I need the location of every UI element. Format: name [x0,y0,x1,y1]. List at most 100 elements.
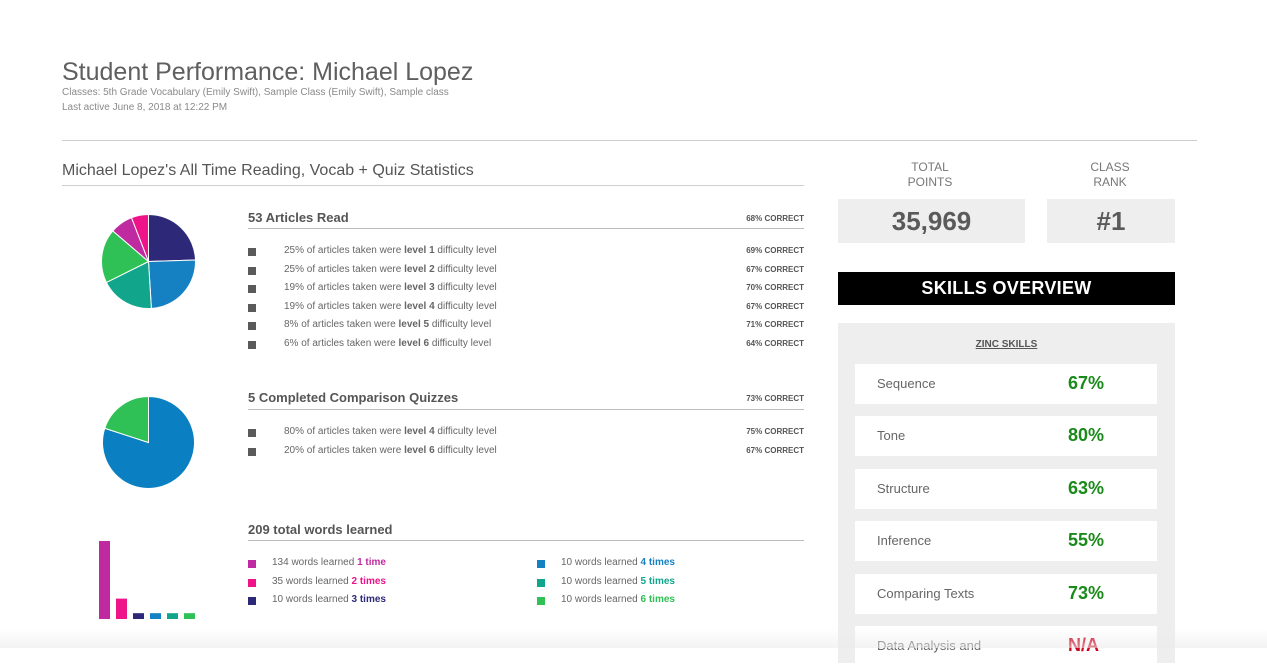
skill-card: Structure 63% [855,469,1157,509]
bullet-icon [248,248,256,256]
skill-card: Sequence 67% [855,364,1157,404]
class-rank-value: #1 [1047,199,1175,243]
skills-panel: ZINC SKILLS Sequence 67% Tone 80% Structure 6… [838,323,1175,666]
legend-swatch-icon [537,560,545,568]
skill-card: Comparing Texts 73% [855,574,1157,614]
legend-swatch-icon [248,597,256,605]
legend-swatch-icon [248,578,256,587]
word-legend-text: 35 words learned 2 times [272,575,386,587]
skill-card: Inference 55% [855,521,1157,561]
articles-title: 53 Articles Read [248,210,349,225]
level-row: 80% of articles taken were level 4 diffi… [248,425,804,443]
level-text: 20% of articles taken were level 6 diffi… [284,444,497,456]
zinc-skills-link[interactable]: ZINC SKILLS [838,339,1175,350]
word-bar [167,613,178,619]
level-text: 8% of articles taken were level 5 diffic… [284,319,492,330]
bullet-icon [248,340,256,349]
word-legend-item: 10 words learned 3 times [248,593,498,611]
quizzes-divider [248,409,804,410]
pie-slice [148,213,196,263]
page-title: Student Performance: Michael Lopez [62,58,474,86]
bullet-icon [248,285,256,293]
level-correct: 64% CORRECT [746,338,804,348]
header-divider [62,140,1197,141]
legend-swatch-icon [248,560,256,568]
word-bar [150,613,161,619]
level-correct: 69% CORRECT [746,246,804,255]
articles-divider [248,228,804,229]
skill-name: Inference [877,533,932,548]
words-title: 209 total words learned [248,522,393,537]
articles-level-list: 25% of articles taken were level 1 diffi… [248,244,804,356]
quizzes-correct: 73% CORRECT [746,394,804,403]
level-row: 20% of articles taken were level 6 diffi… [248,444,804,462]
stats-heading: Michael Lopez's All Time Reading, Vocab … [62,162,804,186]
skill-card: Tone 80% [855,416,1157,456]
level-row: 6% of articles taken were level 6 diffic… [248,337,804,355]
level-correct: 67% CORRECT [746,264,804,274]
level-row: 8% of articles taken were level 5 diffic… [248,318,804,336]
level-correct: 67% CORRECT [746,445,804,455]
quizzes-title: 5 Completed Comparison Quizzes [248,390,459,405]
total-points-value: 35,969 [838,199,1025,243]
words-legend: 134 words learned 1 time 35 words learned… [248,556,804,616]
word-bar [133,613,144,619]
bullet-icon [248,447,256,456]
skill-name: Sequence [877,376,936,391]
bullet-icon [248,322,256,330]
skill-score: 80% [1068,425,1105,445]
word-bar [184,613,195,619]
skill-score: 67% [1068,373,1105,393]
scroll-fade [0,628,1267,648]
level-text: 6% of articles taken were level 6 diffic… [284,337,492,349]
skills-overview-banner: SKILLS OVERVIEW [838,272,1175,305]
word-legend-text: 10 words learned 6 times [561,594,675,605]
word-legend-item: 35 words learned 2 times [248,575,498,593]
level-text: 19% of articles taken were level 3 diffi… [284,282,497,293]
skill-score: 73% [1068,583,1105,603]
bullet-icon [248,429,256,437]
classes-list: Classes: 5th Grade Vocabulary (Emily Swi… [62,87,449,98]
skill-score: 55% [1068,530,1105,550]
level-row: 25% of articles taken were level 2 diffi… [248,263,804,281]
word-legend-item: 10 words learned 5 times [537,575,787,593]
class-rank-label: CLASS RANK [1090,160,1130,189]
level-row: 19% of articles taken were level 4 diffi… [248,300,804,318]
quizzes-pie-chart [102,395,195,489]
skill-name: Structure [877,481,930,496]
word-legend-item: 134 words learned 1 time [248,556,498,574]
level-text: 80% of articles taken were level 4 diffi… [284,426,497,437]
words-divider [248,540,804,541]
word-legend-text: 10 words learned 5 times [561,575,675,587]
level-text: 25% of articles taken were level 2 diffi… [284,263,497,275]
level-row: 19% of articles taken were level 3 diffi… [248,281,804,299]
word-legend-item: 10 words learned 4 times [537,556,787,574]
articles-correct: 68% CORRECT [746,214,804,223]
quizzes-level-list: 80% of articles taken were level 4 diffi… [248,425,804,465]
level-correct: 71% CORRECT [746,320,804,329]
word-bar [99,541,110,619]
articles-pie-chart [101,213,196,309]
level-correct: 67% CORRECT [746,301,804,311]
level-correct: 70% CORRECT [746,283,804,292]
bullet-icon [248,303,256,312]
pie-slice [147,259,196,309]
word-legend-item: 10 words learned 6 times [537,593,787,611]
word-legend-text: 10 words learned 4 times [561,557,675,568]
level-correct: 75% CORRECT [746,427,804,436]
words-bar-chart [99,541,195,619]
level-row: 25% of articles taken were level 1 diffi… [248,244,804,262]
skill-score: 63% [1068,478,1105,498]
legend-swatch-icon [537,597,545,605]
level-text: 25% of articles taken were level 1 diffi… [284,245,497,256]
last-active: Last active June 8, 2018 at 12:22 PM [62,102,228,113]
skill-name: Tone [877,428,906,443]
skill-name: Comparing Texts [877,586,975,601]
word-legend-text: 134 words learned 1 time [272,557,386,568]
word-legend-text: 10 words learned 3 times [272,594,386,605]
legend-swatch-icon [537,578,545,587]
level-text: 19% of articles taken were level 4 diffi… [284,300,497,312]
word-bar [116,598,127,619]
bullet-icon [248,266,256,275]
total-points-label: TOTAL POINTS [907,160,953,189]
